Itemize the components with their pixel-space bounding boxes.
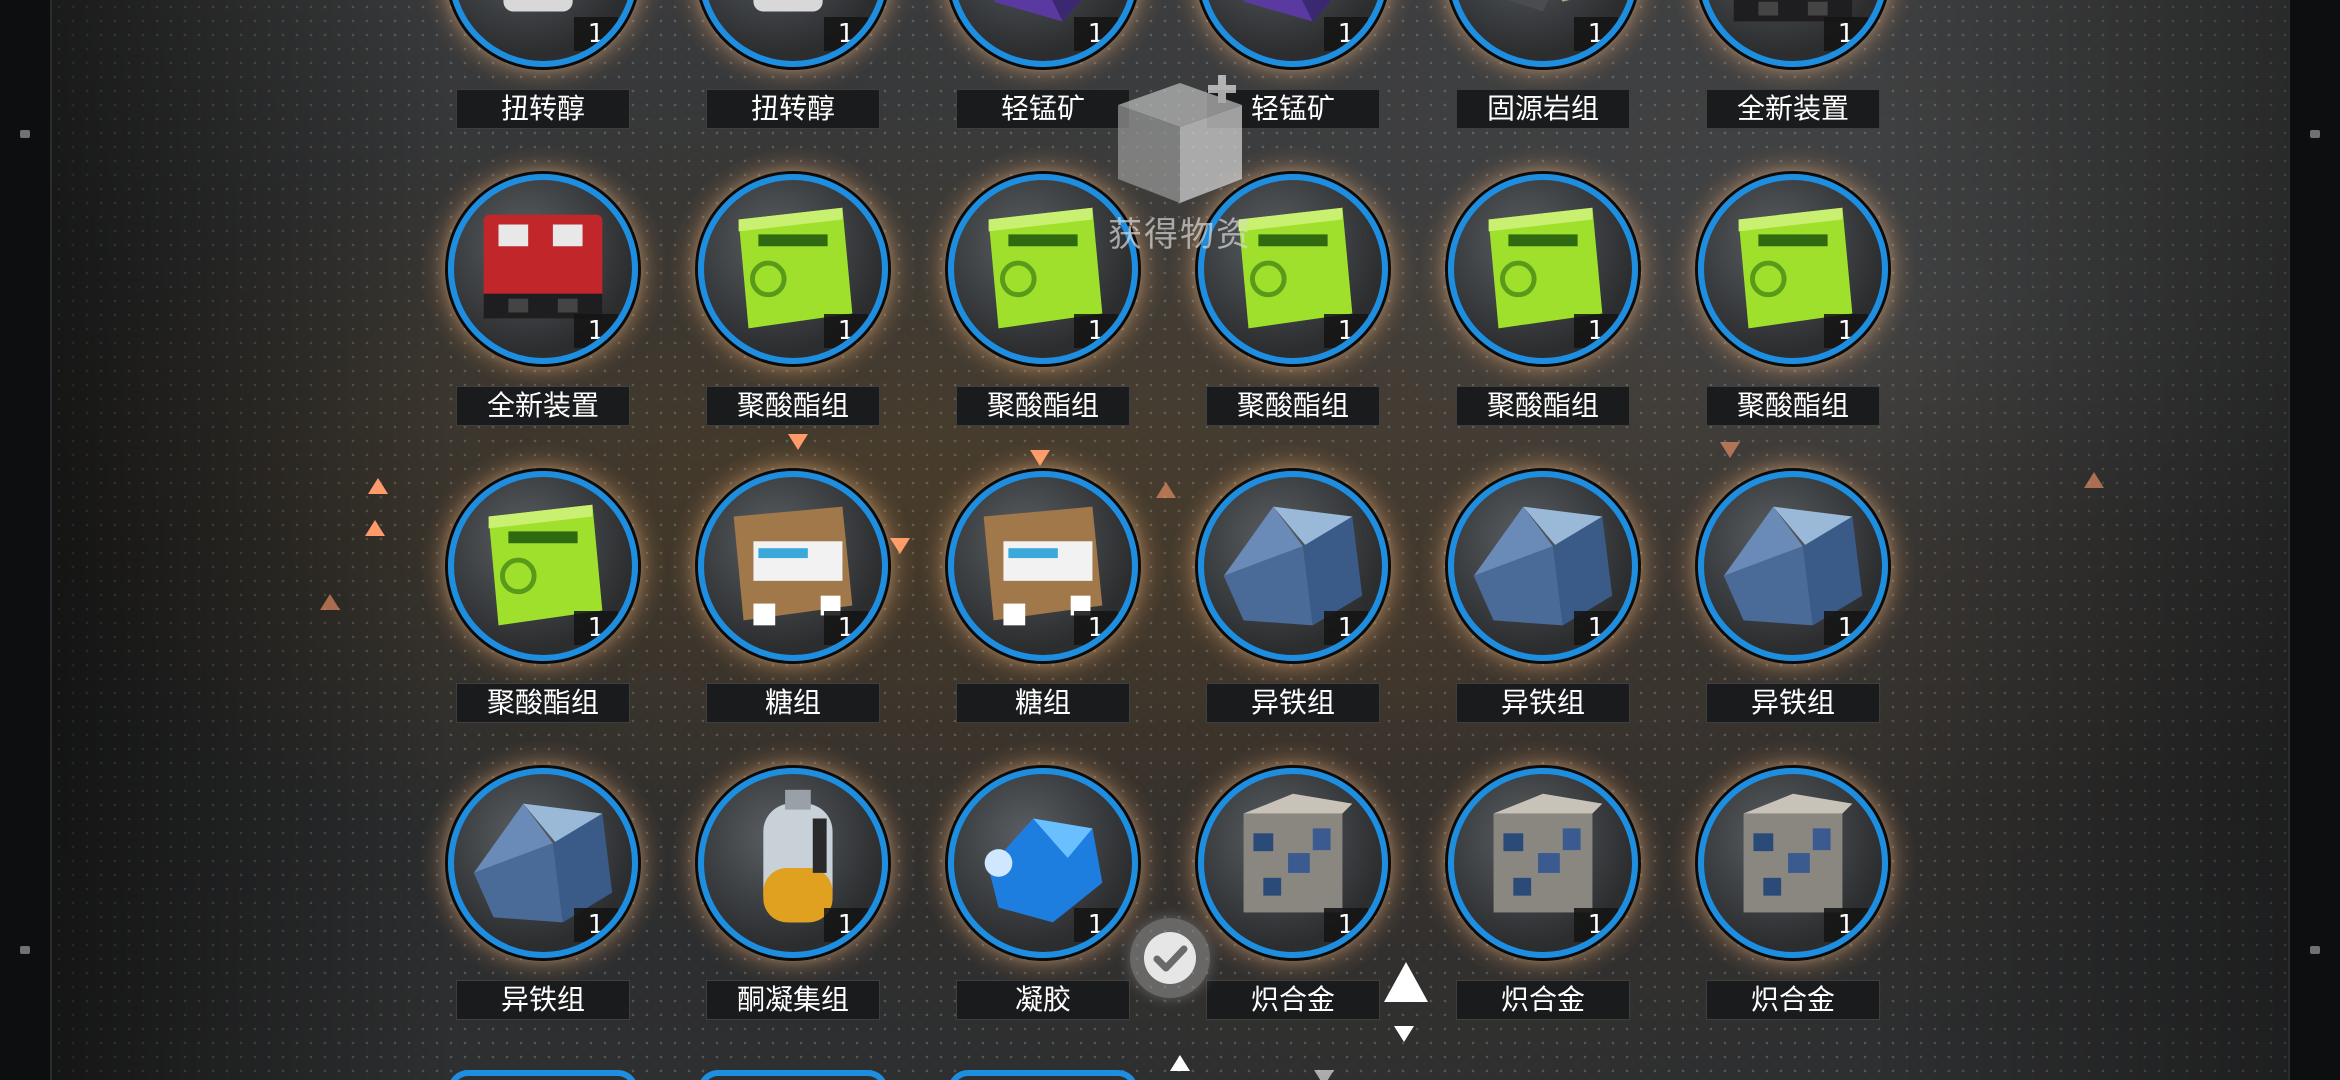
item-icon-frame: 1 <box>448 471 638 661</box>
item-label: 扭转醇 <box>706 89 880 129</box>
item-count: 1 <box>1324 314 1368 348</box>
item-icon-frame: 1 <box>448 174 638 364</box>
item-count: 1 <box>1074 611 1118 645</box>
item-label: 炽合金 <box>1206 980 1380 1020</box>
item-ring-partial <box>698 1070 888 1080</box>
item-label: 异铁组 <box>456 980 630 1020</box>
item-icon-frame: 1 <box>698 0 888 67</box>
item-icon-frame: 1 <box>1198 768 1388 958</box>
reward-item[interactable]: 1 聚酸酯组 <box>668 144 918 444</box>
item-label: 糖组 <box>706 683 880 723</box>
item-count: 1 <box>1824 314 1868 348</box>
item-icon-frame: 1 <box>1448 0 1638 67</box>
item-label: 异铁组 <box>1206 683 1380 723</box>
reward-item[interactable]: 1 酮凝集组 <box>668 738 918 1038</box>
reward-item[interactable]: 1 聚酸酯组 <box>1668 144 1918 444</box>
check-icon <box>1144 932 1196 984</box>
item-label: 扭转醇 <box>456 89 630 129</box>
item-icon-frame: 1 <box>948 471 1138 661</box>
reward-item[interactable]: 1 聚酸酯组 <box>1418 144 1668 444</box>
item-label: 酮凝集组 <box>706 980 880 1020</box>
item-icon-frame: 1 <box>1198 0 1388 67</box>
reward-item[interactable]: 1 糖组 <box>668 441 918 741</box>
item-icon-frame: 1 <box>1698 0 1888 67</box>
item-label: 聚酸酯组 <box>956 386 1130 426</box>
reward-item[interactable]: 1 异铁组 <box>1668 441 1918 741</box>
item-count: 1 <box>1574 17 1618 51</box>
reward-item[interactable]: 1 糖组 <box>918 441 1168 741</box>
item-icon-frame: 1 <box>698 471 888 661</box>
reward-item[interactable]: 1 异铁组 <box>1168 441 1418 741</box>
reward-item[interactable]: 1 固源岩组 <box>1418 0 1668 147</box>
item-count: 1 <box>824 314 868 348</box>
item-ring-partial <box>448 1070 638 1080</box>
item-count: 1 <box>1824 611 1868 645</box>
reward-item[interactable]: 1 扭转醇 <box>668 0 918 147</box>
item-label: 全新装置 <box>456 386 630 426</box>
item-count: 1 <box>1574 908 1618 942</box>
item-icon-frame: 1 <box>1448 174 1638 364</box>
item-label: 炽合金 <box>1456 980 1630 1020</box>
item-icon-frame: 1 <box>1198 471 1388 661</box>
reward-item[interactable]: 1 扭转醇 <box>418 0 668 147</box>
item-count: 1 <box>1574 314 1618 348</box>
item-label: 糖组 <box>956 683 1130 723</box>
item-count: 1 <box>1824 17 1868 51</box>
item-icon-frame: 1 <box>1448 471 1638 661</box>
item-count: 1 <box>574 17 618 51</box>
reward-item[interactable]: 1 全新装置 <box>1668 0 1918 147</box>
item-count: 1 <box>1824 908 1868 942</box>
item-count: 1 <box>574 908 618 942</box>
reward-item[interactable]: 1 聚酸酯组 <box>418 441 668 741</box>
reward-item[interactable]: 1 炽合金 <box>1168 738 1418 1038</box>
item-ring-partial <box>948 1070 1138 1080</box>
item-count: 1 <box>1324 611 1368 645</box>
item-icon-frame: 1 <box>1698 768 1888 958</box>
item-count: 1 <box>1074 314 1118 348</box>
confirm-button[interactable] <box>1130 918 1210 998</box>
item-label: 固源岩组 <box>1456 89 1630 129</box>
reward-item[interactable]: 1 全新装置 <box>418 144 668 444</box>
watermark-label: 获得物资 <box>1108 215 1252 255</box>
item-label: 聚酸酯组 <box>1456 386 1630 426</box>
item-icon-frame: 1 <box>948 768 1138 958</box>
item-icon-frame: 1 <box>1448 768 1638 958</box>
item-icon-frame: 1 <box>448 0 638 67</box>
item-label: 聚酸酯组 <box>1206 386 1380 426</box>
package-icon <box>1118 75 1242 203</box>
item-count: 1 <box>824 611 868 645</box>
item-label: 聚酸酯组 <box>456 683 630 723</box>
item-icon-frame: 1 <box>1698 174 1888 364</box>
item-icon-frame: 1 <box>698 768 888 958</box>
item-count: 1 <box>574 314 618 348</box>
reward-screen: 1 扭转醇 1 扭转醇 1 轻锰矿 1 轻锰矿 1 固源岩组 1 全新装置 1 全新装置 1 聚酸酯组 1 聚酸酯… <box>0 0 2340 1080</box>
item-icon-frame: 1 <box>948 0 1138 67</box>
item-label: 炽合金 <box>1706 980 1880 1020</box>
item-count: 1 <box>1324 17 1368 51</box>
reward-item[interactable]: 1 凝胶 <box>918 738 1168 1038</box>
item-count: 1 <box>1324 908 1368 942</box>
item-count: 1 <box>1574 611 1618 645</box>
item-count: 1 <box>1074 908 1118 942</box>
item-label: 聚酸酯组 <box>706 386 880 426</box>
item-icon-frame: 1 <box>448 768 638 958</box>
item-label: 凝胶 <box>956 980 1130 1020</box>
item-count: 1 <box>1074 17 1118 51</box>
item-count: 1 <box>574 611 618 645</box>
item-label: 全新装置 <box>1706 89 1880 129</box>
item-icon-frame: 1 <box>698 174 888 364</box>
reward-item[interactable]: 1 炽合金 <box>1418 738 1668 1038</box>
item-count: 1 <box>824 908 868 942</box>
item-label: 聚酸酯组 <box>1706 386 1880 426</box>
item-count: 1 <box>824 17 868 51</box>
reward-item[interactable]: 1 炽合金 <box>1668 738 1918 1038</box>
item-label: 异铁组 <box>1706 683 1880 723</box>
reward-item[interactable]: 1 异铁组 <box>418 738 668 1038</box>
obtained-supplies-watermark: 获得物资 <box>1100 75 1260 255</box>
item-icon-frame: 1 <box>1698 471 1888 661</box>
item-label: 异铁组 <box>1456 683 1630 723</box>
reward-item[interactable]: 1 异铁组 <box>1418 441 1668 741</box>
